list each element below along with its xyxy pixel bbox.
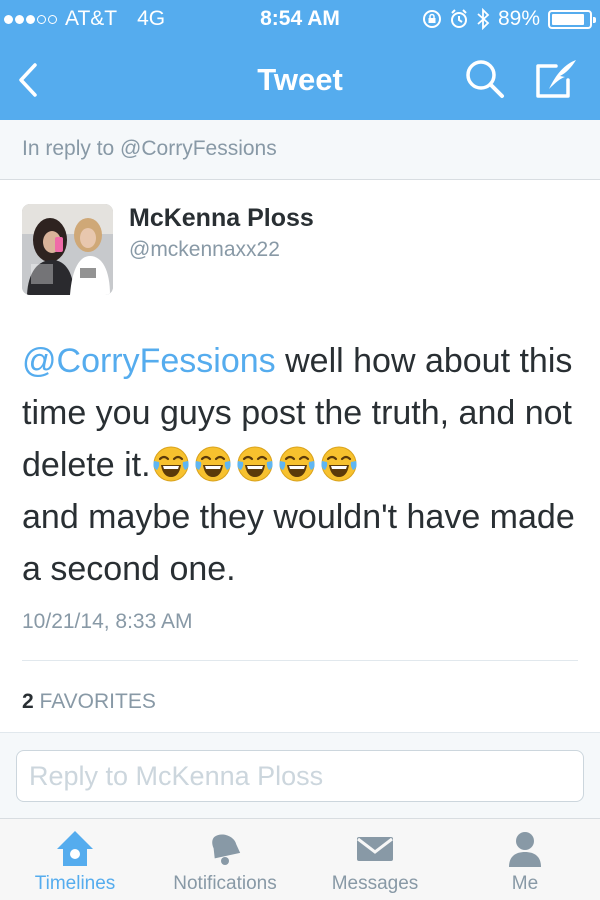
bluetooth-icon (477, 8, 490, 30)
tweet-timestamp: 10/21/14, 8:33 AM (22, 610, 193, 633)
alarm-icon (450, 9, 467, 28)
favorites-number: 2 (22, 690, 34, 713)
reply-context: In reply to @CorryFessions (0, 120, 600, 180)
emoji-group (151, 444, 359, 484)
tab-messages[interactable]: Messages (300, 819, 450, 900)
tab-me-label: Me (511, 873, 539, 894)
rotation-lock-icon (422, 10, 441, 28)
compose-button[interactable] (532, 56, 582, 102)
favorites-count[interactable]: 2 FAVORITES (22, 690, 156, 714)
face-with-tears-of-joy-icon (320, 446, 357, 482)
face-with-tears-of-joy-icon (236, 446, 273, 482)
person-icon (509, 832, 541, 867)
search-button[interactable] (462, 56, 508, 102)
face-with-tears-of-joy-icon (152, 446, 189, 482)
tweet-mention-link[interactable]: @CorryFessions (22, 342, 276, 380)
nav-bar: Tweet (0, 40, 600, 120)
avatar[interactable] (22, 204, 113, 295)
status-bar: AT&T 4G 8:54 AM 89% (0, 0, 600, 40)
author-handle[interactable]: @mckennaxx22 (129, 238, 280, 262)
header: AT&T 4G 8:54 AM 89% Tweet (0, 0, 600, 120)
favorites-label: FAVORITES (39, 690, 156, 713)
page-title: Tweet (257, 62, 343, 97)
compose-icon (536, 60, 576, 98)
tab-notifications[interactable]: Notifications (150, 819, 300, 900)
envelope-icon (357, 837, 393, 861)
battery-icon (548, 9, 596, 29)
battery-fill (552, 13, 585, 25)
tab-me[interactable]: Me (450, 819, 600, 900)
battery-percent: 89% (497, 7, 540, 30)
reply-bar (0, 732, 600, 818)
tab-notifications-label: Notifications (173, 873, 277, 894)
search-icon (466, 60, 504, 98)
home-icon (57, 831, 93, 866)
tab-bar: Timelines Notifications Messages Me (0, 818, 600, 900)
tweet-text: @CorryFessions well how about this time … (22, 335, 592, 595)
tweet-text-part-2: and maybe they wouldn't have made a seco… (22, 498, 575, 588)
reply-context-text: In reply to @CorryFessions (22, 137, 277, 160)
bell-icon (212, 834, 241, 865)
reply-input[interactable] (16, 750, 584, 802)
divider (22, 660, 578, 661)
face-with-tears-of-joy-icon (278, 446, 315, 482)
author-name[interactable]: McKenna Ploss (129, 204, 314, 233)
tab-timelines[interactable]: Timelines (0, 819, 150, 900)
face-with-tears-of-joy-icon (194, 446, 231, 482)
tab-timelines-label: Timelines (34, 873, 116, 894)
profile-photo (22, 204, 113, 295)
tab-messages-label: Messages (331, 873, 419, 894)
